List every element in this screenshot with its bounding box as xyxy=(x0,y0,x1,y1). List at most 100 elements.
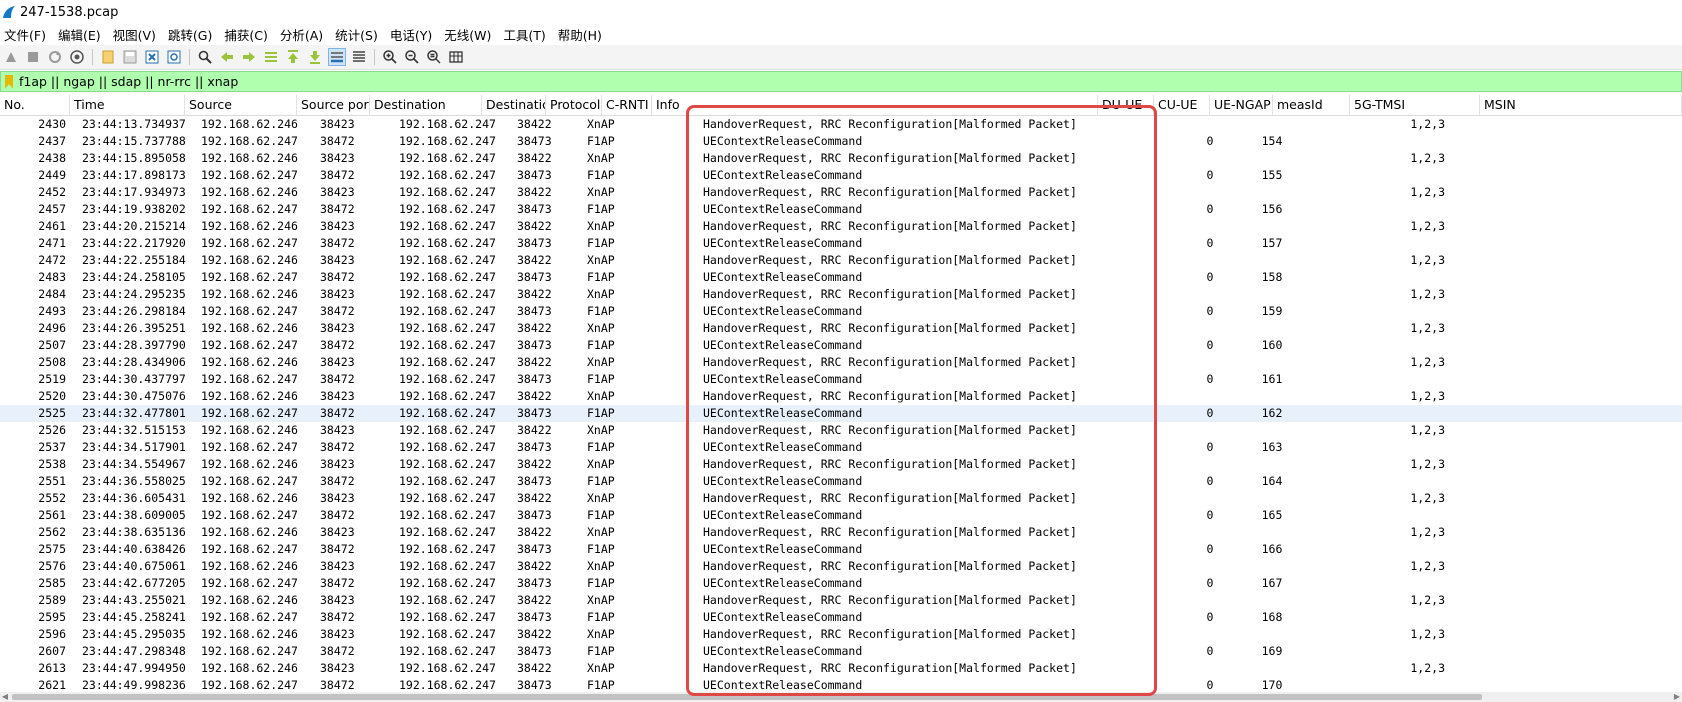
column-header[interactable]: Source port xyxy=(297,95,370,115)
column-header[interactable]: No. xyxy=(0,95,70,115)
display-filter-input[interactable] xyxy=(19,74,1619,89)
zoom-in-button[interactable] xyxy=(381,48,399,66)
packet-time: 23:44:20.215214 xyxy=(82,219,186,233)
column-header[interactable]: Protocol xyxy=(546,95,602,115)
column-header[interactable]: Source xyxy=(185,95,297,115)
column-header[interactable]: Destination xyxy=(370,95,482,115)
menu-item[interactable]: 帮助(H) xyxy=(554,25,610,44)
colorize-button[interactable] xyxy=(350,48,368,66)
menu-item[interactable]: 电话(Y) xyxy=(386,25,440,44)
zoom-normal-button[interactable] xyxy=(425,48,443,66)
packet-row[interactable]: 2551 23:44:36.558025 192.168.62.247 38472 19… xyxy=(0,473,1682,490)
packet-row[interactable]: 2575 23:44:40.638426 192.168.62.247 38472 19… xyxy=(0,541,1682,558)
find-packet-button[interactable] xyxy=(196,48,214,66)
save-file-button[interactable] xyxy=(121,48,139,66)
packet-row[interactable]: 2613 23:44:47.994950 192.168.62.246 38423 19… xyxy=(0,660,1682,677)
packet-row[interactable]: 2471 23:44:22.217920 192.168.62.247 38472 19… xyxy=(0,235,1682,252)
start-capture-button[interactable] xyxy=(2,48,20,66)
packet-row[interactable]: 2526 23:44:32.515153 192.168.62.246 38423 19… xyxy=(0,422,1682,439)
packet-row[interactable]: 2562 23:44:38.635136 192.168.62.246 38423 19… xyxy=(0,524,1682,541)
packet-row[interactable]: 2585 23:44:42.677205 192.168.62.247 38472 19… xyxy=(0,575,1682,592)
column-header[interactable]: Destination port xyxy=(482,95,546,115)
packet-protocol: XnAP xyxy=(587,151,615,165)
column-header[interactable]: UE-NGAP xyxy=(1210,95,1273,115)
column-header[interactable]: CU-UE xyxy=(1154,95,1210,115)
packet-row[interactable]: 2537 23:44:34.517901 192.168.62.247 38472 19… xyxy=(0,439,1682,456)
menu-item[interactable]: 文件(F) xyxy=(0,25,54,44)
packet-row[interactable]: 2496 23:44:26.395251 192.168.62.246 38423 19… xyxy=(0,320,1682,337)
close-file-button[interactable] xyxy=(143,48,161,66)
go-back-button[interactable] xyxy=(218,48,236,66)
column-header[interactable]: MSIN xyxy=(1480,95,1682,115)
packet-row[interactable]: 2576 23:44:40.675061 192.168.62.246 38423 19… xyxy=(0,558,1682,575)
packet-row[interactable]: 2484 23:44:24.295235 192.168.62.246 38423 19… xyxy=(0,286,1682,303)
auto-scroll-button[interactable] xyxy=(328,48,346,66)
packet-number: 2507 xyxy=(38,338,66,352)
menu-item[interactable]: 无线(W) xyxy=(440,25,499,44)
packet-row[interactable]: 2508 23:44:28.434906 192.168.62.246 38423 19… xyxy=(0,354,1682,371)
go-last-button[interactable] xyxy=(306,48,324,66)
packet-row[interactable]: 2595 23:44:45.258241 192.168.62.247 38472 19… xyxy=(0,609,1682,626)
open-file-button[interactable] xyxy=(99,48,117,66)
packet-du-ue: 0 xyxy=(1206,610,1214,624)
menu-item[interactable]: 统计(S) xyxy=(331,25,386,44)
packet-meas-id xyxy=(1400,269,1445,286)
go-first-button[interactable] xyxy=(284,48,302,66)
zoom-out-button[interactable] xyxy=(403,48,421,66)
packet-row[interactable]: 2519 23:44:30.437797 192.168.62.247 38472 19… xyxy=(0,371,1682,388)
packet-row[interactable]: 2452 23:44:17.934973 192.168.62.246 38423 19… xyxy=(0,184,1682,201)
scroll-left-icon[interactable]: ◀ xyxy=(0,692,10,702)
packet-row[interactable]: 2437 23:44:15.737788 192.168.62.247 38472 19… xyxy=(0,133,1682,150)
packet-number: 2472 xyxy=(38,253,66,267)
packet-row[interactable]: 2538 23:44:34.554967 192.168.62.246 38423 19… xyxy=(0,456,1682,473)
packet-row[interactable]: 2457 23:44:19.938202 192.168.62.247 38472 19… xyxy=(0,201,1682,218)
packet-row[interactable]: 2607 23:44:47.298348 192.168.62.247 38472 19… xyxy=(0,643,1682,660)
column-header[interactable]: DU-UE xyxy=(1098,95,1154,115)
menu-item[interactable]: 捕获(C) xyxy=(220,25,275,44)
go-to-packet-button[interactable] xyxy=(262,48,280,66)
menu-item[interactable]: 视图(V) xyxy=(109,25,164,44)
capture-options-button[interactable] xyxy=(68,48,86,66)
menu-item[interactable]: 跳转(G) xyxy=(164,25,220,44)
packet-destination: 192.168.62.247 xyxy=(399,270,496,284)
stop-capture-button[interactable] xyxy=(24,48,42,66)
packet-row[interactable]: 2552 23:44:36.605431 192.168.62.246 38423 19… xyxy=(0,490,1682,507)
packet-time: 23:44:47.994950 xyxy=(82,661,186,675)
bookmark-icon[interactable] xyxy=(5,74,13,89)
packet-row[interactable]: 2430 23:44:13.734937 192.168.62.246 38423 19… xyxy=(0,116,1682,133)
packet-meas-id: 1,2,3 xyxy=(1410,559,1445,573)
resize-columns-button[interactable] xyxy=(447,48,465,66)
packet-row[interactable]: 2461 23:44:20.215214 192.168.62.246 38423 19… xyxy=(0,218,1682,235)
packet-info: UEContextReleaseCommand xyxy=(703,372,863,386)
column-header[interactable]: C-RNTI xyxy=(602,95,652,115)
packet-cu-ue xyxy=(1252,252,1292,269)
go-forward-button[interactable] xyxy=(240,48,258,66)
horizontal-scrollbar[interactable]: ◀ ▶ xyxy=(0,692,1682,702)
packet-row[interactable]: 2520 23:44:30.475076 192.168.62.246 38423 19… xyxy=(0,388,1682,405)
column-header[interactable]: 5G-TMSI xyxy=(1350,95,1480,115)
packet-row[interactable]: 2525 23:44:32.477801 192.168.62.247 38472 19… xyxy=(0,405,1682,422)
packet-row[interactable]: 2561 23:44:38.609005 192.168.62.247 38472 19… xyxy=(0,507,1682,524)
packet-row[interactable]: 2438 23:44:15.895058 192.168.62.246 38423 19… xyxy=(0,150,1682,167)
column-header[interactable]: measId xyxy=(1273,95,1350,115)
packet-row[interactable]: 2472 23:44:22.255184 192.168.62.246 38423 19… xyxy=(0,252,1682,269)
menu-item[interactable]: 编辑(E) xyxy=(54,25,109,44)
column-header[interactable]: Time xyxy=(70,95,185,115)
scrollbar-thumb[interactable] xyxy=(12,694,1482,700)
column-header[interactable]: Info xyxy=(652,95,1098,115)
packet-row[interactable]: 2449 23:44:17.898173 192.168.62.247 38472 19… xyxy=(0,167,1682,184)
packet-row[interactable]: 2589 23:44:43.255021 192.168.62.246 38423 19… xyxy=(0,592,1682,609)
restart-capture-button[interactable] xyxy=(46,48,64,66)
packet-meas-id xyxy=(1400,371,1445,388)
packet-row[interactable]: 2621 23:44:49.998236 192.168.62.247 38472 19… xyxy=(0,677,1682,692)
scroll-right-icon[interactable]: ▶ xyxy=(1672,692,1682,702)
packet-row[interactable]: 2493 23:44:26.298184 192.168.62.247 38472 19… xyxy=(0,303,1682,320)
menu-item[interactable]: 工具(T) xyxy=(499,25,553,44)
packet-row[interactable]: 2596 23:44:45.295035 192.168.62.246 38423 19… xyxy=(0,626,1682,643)
packet-row[interactable]: 2483 23:44:24.258105 192.168.62.247 38472 19… xyxy=(0,269,1682,286)
packet-row[interactable]: 2507 23:44:28.397790 192.168.62.247 38472 19… xyxy=(0,337,1682,354)
menu-item[interactable]: 分析(A) xyxy=(276,25,331,44)
packet-destination-port: 38422 xyxy=(517,253,552,267)
packet-info: UEContextReleaseCommand xyxy=(703,610,863,624)
reload-file-button[interactable] xyxy=(165,48,183,66)
